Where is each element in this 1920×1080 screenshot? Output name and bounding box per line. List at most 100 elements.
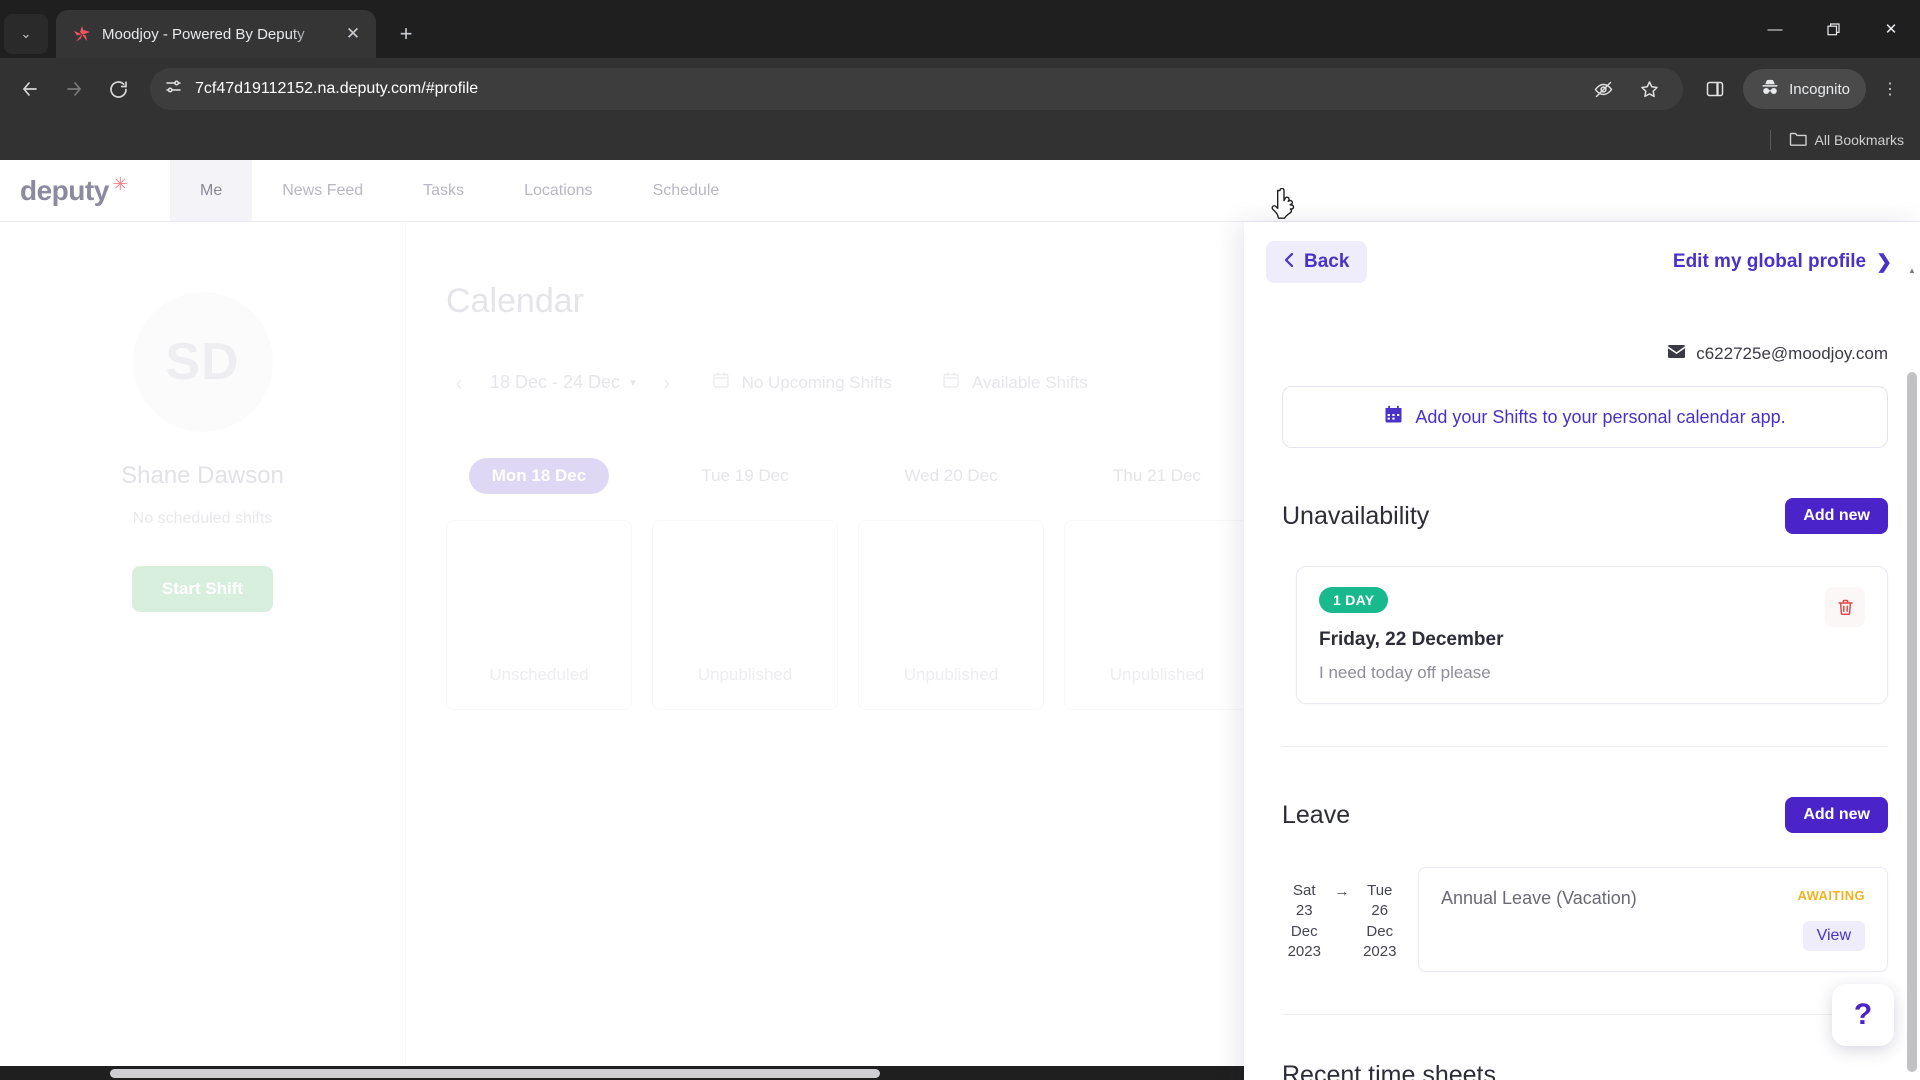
day-label-thu[interactable]: Thu 21 Dec — [1064, 458, 1250, 494]
leave-start-date: Sat 23 Dec 2023 — [1282, 881, 1327, 962]
leave-type-label: Annual Leave (Vacation) — [1441, 888, 1637, 908]
leave-end-weekday: Tue — [1367, 882, 1393, 899]
deputy-logo-text: deputy — [20, 174, 109, 206]
day-label-wed[interactable]: Wed 20 Dec — [858, 458, 1044, 494]
profile-sidebar: SD Shane Dawson No scheduled shifts Star… — [0, 222, 406, 1080]
app-navbar: deputy ✳ Me News Feed Tasks Locations Sc… — [0, 160, 1920, 222]
horizontal-scrollbar-thumb[interactable] — [110, 1069, 880, 1078]
calendar-icon — [942, 371, 960, 394]
close-icon[interactable]: ✕ — [340, 21, 366, 47]
unavailability-item[interactable]: 1 DAY Friday, 22 December I need today o… — [1296, 566, 1888, 704]
day-card-tue[interactable]: Unpublished — [652, 520, 838, 710]
unavailability-note: I need today off please — [1319, 663, 1491, 682]
user-name: Shane Dawson — [121, 462, 284, 489]
nav-item-tasks[interactable]: Tasks — [393, 160, 494, 221]
available-shifts-button[interactable]: Available Shifts — [924, 361, 1106, 404]
leave-end-day: 26 Dec — [1366, 902, 1394, 940]
calendar-icon — [712, 371, 730, 394]
unavailability-title: Unavailability — [1282, 501, 1430, 530]
all-bookmarks-label: All Bookmarks — [1814, 132, 1904, 148]
address-bar[interactable]: 7cf47d19112152.na.deputy.com/#profile — [150, 68, 1684, 110]
tab-search-button[interactable]: ⌄ — [4, 14, 48, 54]
nav-item-schedule[interactable]: Schedule — [623, 160, 750, 221]
minimize-icon[interactable]: — — [1746, 5, 1804, 53]
all-bookmarks-button[interactable]: All Bookmarks — [1789, 131, 1904, 150]
leave-card[interactable]: Annual Leave (Vacation) AWAITING View — [1418, 867, 1888, 972]
timesheets-title: Recent time sheets — [1282, 1061, 1496, 1080]
profile-detail-panel: Back Edit my global profile ❯ c622725e@m… — [1244, 222, 1920, 1080]
back-icon[interactable] — [10, 69, 50, 109]
day-card-wed[interactable]: Unpublished — [858, 520, 1044, 710]
forward-icon[interactable] — [54, 69, 94, 109]
prev-week-button[interactable]: ‹ — [446, 370, 472, 396]
leave-header: Leave Add new — [1282, 797, 1888, 833]
bookmark-star-icon[interactable] — [1629, 69, 1669, 109]
window-controls: — ✕ — [1746, 0, 1920, 58]
arrow-right-icon: → — [1334, 883, 1350, 900]
deputy-star-icon: ✳ — [112, 174, 128, 194]
tab-strip: ⌄ Moodjoy - Powered By Deputy ✕ + — ✕ — [0, 0, 1920, 58]
side-panel-icon[interactable] — [1695, 69, 1735, 109]
chevron-right-icon: ❯ — [1876, 251, 1892, 273]
calendar-day-column: Wed 20 Dec Unpublished — [858, 458, 1044, 710]
nav-item-news-feed[interactable]: News Feed — [252, 160, 393, 221]
calendar-day-column: Tue 19 Dec Unpublished — [652, 458, 838, 710]
back-button[interactable]: Back — [1266, 241, 1368, 283]
add-shifts-label: Add your Shifts to your personal calenda… — [1415, 406, 1786, 427]
leave-end-year: 2023 — [1363, 942, 1397, 960]
tab-title: Moodjoy - Powered By Deputy — [102, 25, 305, 43]
day-card-thu[interactable]: Unpublished — [1064, 520, 1250, 710]
upcoming-shifts-button[interactable]: No Upcoming Shifts — [694, 361, 910, 404]
date-range-label: 18 Dec - 24 Dec — [490, 372, 621, 392]
reload-icon[interactable] — [98, 69, 138, 109]
edit-global-profile-label: Edit my global profile — [1672, 251, 1867, 272]
nav-item-locations[interactable]: Locations — [494, 160, 623, 221]
browser-menu-icon[interactable]: ⋮ — [1870, 69, 1910, 109]
next-week-button[interactable]: › — [654, 370, 680, 396]
date-range-selector[interactable]: 18 Dec - 24 Dec ▾ — [490, 372, 636, 393]
day-label-tue[interactable]: Tue 19 Dec — [652, 458, 838, 494]
deputy-logo[interactable]: deputy ✳ — [0, 160, 170, 221]
panel-body: c622725e@moodjoy.com Add your Shifts to … — [1244, 302, 1920, 1080]
date-navigator: ‹ 18 Dec - 24 Dec ▾ › — [446, 370, 680, 396]
add-new-leave-button[interactable]: Add new — [1785, 797, 1888, 833]
maximize-icon[interactable] — [1804, 5, 1862, 53]
calendar-day-column: Mon 18 Dec Unscheduled — [446, 458, 632, 710]
avatar: SD — [132, 292, 273, 432]
back-label: Back — [1304, 251, 1350, 272]
view-leave-button[interactable]: View — [1802, 921, 1865, 951]
panel-scrollbar[interactable]: ▲ — [1904, 262, 1920, 1080]
day-card-mon[interactable]: Unscheduled — [446, 520, 632, 710]
edit-global-profile-button[interactable]: Edit my global profile ❯ — [1673, 251, 1892, 274]
page-content: deputy ✳ Me News Feed Tasks Locations Sc… — [0, 160, 1920, 1080]
start-shift-button[interactable]: Start Shift — [131, 566, 274, 612]
omnibox-actions — [1583, 69, 1669, 109]
leave-date-range: Sat 23 Dec 2023 → Tue 26 Dec 2023 — [1282, 867, 1402, 962]
shift-status-text: No scheduled shifts — [132, 510, 273, 527]
eye-off-icon[interactable] — [1583, 69, 1623, 109]
nav-item-me[interactable]: Me — [170, 160, 253, 221]
day-state-thu: Unpublished — [1109, 665, 1205, 684]
folder-icon — [1789, 131, 1807, 150]
help-button[interactable]: ? — [1832, 984, 1894, 1046]
add-shifts-to-calendar-button[interactable]: Add your Shifts to your personal calenda… — [1282, 386, 1888, 448]
bookmarks-divider — [1769, 130, 1771, 150]
browser-tab[interactable]: Moodjoy - Powered By Deputy ✕ — [56, 10, 376, 58]
trash-icon[interactable] — [1825, 587, 1865, 627]
day-label-mon[interactable]: Mon 18 Dec — [469, 458, 609, 494]
window-close-icon[interactable]: ✕ — [1862, 5, 1920, 53]
status-badge: AWAITING — [1797, 888, 1865, 903]
tune-icon[interactable] — [164, 77, 183, 101]
add-new-unavailability-button[interactable]: Add new — [1785, 498, 1888, 534]
scroll-up-arrow-icon[interactable]: ▲ — [1904, 262, 1920, 278]
leave-title: Leave — [1282, 800, 1351, 829]
unavailability-item-content: 1 DAY Friday, 22 December I need today o… — [1319, 587, 1503, 683]
incognito-indicator[interactable]: Incognito — [1743, 69, 1866, 109]
new-tab-button[interactable]: + — [388, 16, 424, 52]
upcoming-shifts-label: No Upcoming Shifts — [741, 372, 892, 392]
panel-header: Back Edit my global profile ❯ — [1244, 222, 1920, 302]
browser-window: ⌄ Moodjoy - Powered By Deputy ✕ + — ✕ 7c… — [0, 0, 1920, 1080]
day-state-tue: Unpublished — [697, 665, 793, 684]
scrollbar-thumb[interactable] — [1907, 372, 1917, 1072]
bookmarks-bar: All Bookmarks — [0, 120, 1920, 160]
